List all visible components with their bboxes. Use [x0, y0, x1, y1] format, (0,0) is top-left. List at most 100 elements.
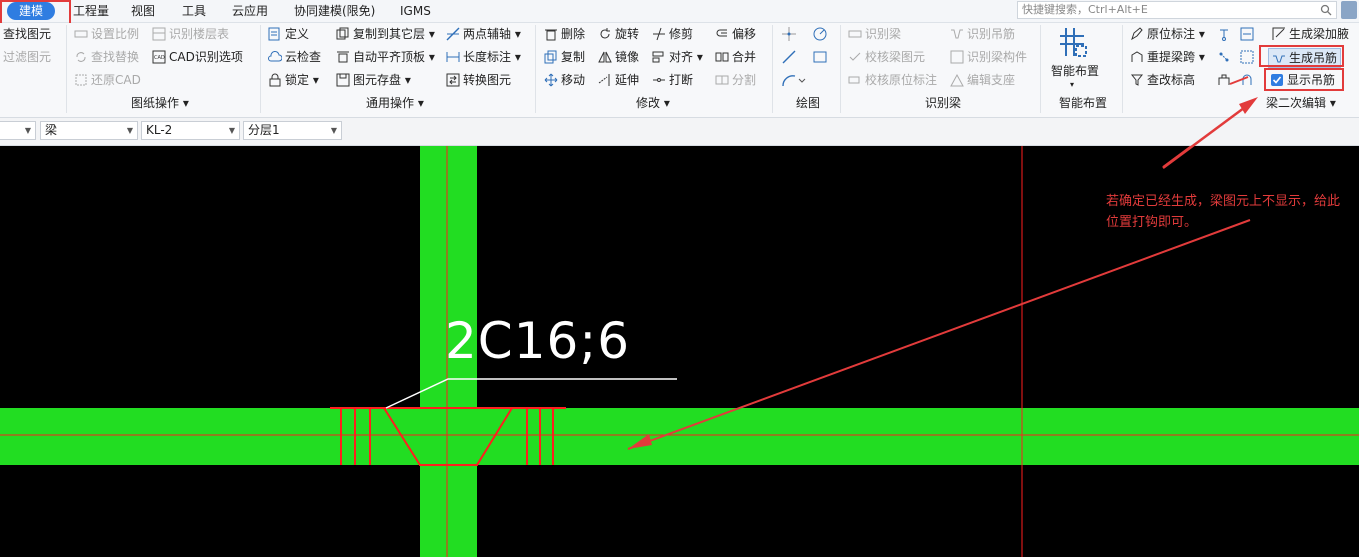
mirror-icon: [598, 51, 612, 63]
recognize-beam-component-button[interactable]: 识别梁构件: [950, 48, 1027, 66]
rotate-button[interactable]: 旋转: [598, 25, 639, 43]
cloud-check-button[interactable]: 云检查: [268, 48, 321, 66]
two-point-axis-button[interactable]: 两点辅轴 ▾: [446, 25, 521, 43]
find-element-button[interactable]: 查找图元: [3, 25, 51, 43]
recognize-hanger-icon: [951, 29, 963, 39]
edit-support-icon: [950, 73, 964, 87]
split-icon: [715, 75, 729, 85]
mirror-button[interactable]: 镜像: [598, 48, 639, 66]
define-button[interactable]: 定义: [268, 25, 309, 43]
align-icon: [652, 51, 664, 63]
recognize-beam-icon: [848, 30, 862, 38]
rectangle-draw-icon[interactable]: [812, 49, 828, 65]
define-icon: [268, 27, 280, 41]
beam-tool-e-icon[interactable]: [1217, 73, 1231, 87]
re-extract-span-button[interactable]: 重提梁跨 ▾: [1130, 48, 1205, 66]
divider: [1040, 25, 1041, 113]
menu-tab-quantity[interactable]: 工程量: [73, 3, 109, 19]
menu-tab-cloud[interactable]: 云应用: [232, 3, 268, 19]
offset-button[interactable]: 偏移: [715, 25, 756, 43]
restore-cad-button[interactable]: 还原CAD: [74, 71, 141, 89]
re-extract-span-icon: [1131, 51, 1143, 62]
convert-element-button[interactable]: 转换图元: [446, 71, 511, 89]
component-select[interactable]: KL-2 ▼: [141, 121, 240, 140]
cad-options-button[interactable]: CAD CAD识别选项: [152, 48, 243, 66]
group-label-beam-edit[interactable]: 梁二次编辑 ▾: [1266, 95, 1336, 111]
group-label-drawing-ops[interactable]: 图纸操作 ▾: [131, 95, 189, 111]
check-in-situ-label-button[interactable]: 校核原位标注: [848, 71, 937, 89]
in-situ-label-label: 原位标注: [1147, 27, 1196, 41]
find-replace-button[interactable]: 查找替换: [74, 48, 139, 66]
group-label-smart-layout: 智能布置: [1059, 96, 1108, 110]
element-save-button[interactable]: 图元存盘 ▾: [336, 71, 411, 89]
shortcut-search-input[interactable]: 快捷键搜索，Ctrl+Alt+E: [1017, 1, 1337, 19]
set-scale-button[interactable]: 设置比例: [74, 25, 139, 43]
move-button[interactable]: 移动: [544, 71, 585, 89]
smart-layout-icon[interactable]: [1058, 26, 1090, 58]
delete-button[interactable]: 删除: [544, 25, 585, 43]
align-button[interactable]: 对齐 ▾: [652, 48, 703, 66]
recognize-beam-button[interactable]: 识别梁: [848, 25, 901, 43]
lock-button[interactable]: 锁定 ▾: [268, 71, 319, 89]
smart-layout-button[interactable]: 智能布置: [1051, 62, 1099, 80]
generate-haunch-button[interactable]: 生成梁加腋: [1272, 25, 1349, 43]
arc-draw-icon[interactable]: [781, 72, 807, 88]
generate-haunch-label: 生成梁加腋: [1289, 27, 1350, 41]
find-replace-label: 查找替换: [91, 50, 140, 64]
trim-button[interactable]: 修剪: [652, 25, 693, 43]
menu-tab-igms[interactable]: IGMS: [400, 3, 431, 19]
group-label-draw[interactable]: 绘图: [796, 95, 820, 111]
search-icon[interactable]: [1320, 4, 1332, 16]
beam-tool-f-icon[interactable]: [1240, 73, 1254, 87]
recognize-hanger-button[interactable]: 识别吊筋: [950, 25, 1015, 43]
circle-draw-icon[interactable]: [812, 26, 828, 42]
align-top-icon: [337, 51, 349, 63]
sublayer-value: 分层1: [248, 123, 280, 137]
floor-select[interactable]: ▼: [0, 121, 36, 140]
rebar-label[interactable]: 2C16;6: [445, 311, 630, 371]
copy-to-other-layer-button[interactable]: 复制到其它层 ▾: [336, 25, 435, 43]
check-elevation-button[interactable]: 查改标高: [1130, 71, 1195, 89]
copy-layer-icon: [336, 27, 349, 40]
beam-tool-d-icon[interactable]: [1240, 50, 1254, 64]
element-type-select[interactable]: 梁 ▼: [40, 121, 138, 140]
sublayer-select[interactable]: 分层1 ▼: [243, 121, 342, 140]
copy-button[interactable]: 复制: [544, 48, 585, 66]
two-point-axis-label: 两点辅轴: [463, 27, 512, 41]
length-dimension-button[interactable]: 长度标注 ▾: [446, 48, 521, 66]
divider: [260, 25, 261, 113]
table-icon: [152, 27, 166, 41]
split-button[interactable]: 分割: [715, 71, 756, 89]
line-draw-icon[interactable]: [781, 49, 797, 65]
filter-element-button[interactable]: 过滤图元: [3, 48, 51, 66]
extend-button[interactable]: 延伸: [598, 71, 639, 89]
menu-tab-tools[interactable]: 工具: [182, 3, 206, 19]
menu-tab-view[interactable]: 视图: [131, 3, 155, 19]
element-save-label: 图元存盘: [353, 73, 402, 87]
element-type-value: 梁: [45, 123, 58, 137]
merge-button[interactable]: 合并: [715, 48, 756, 66]
point-draw-icon[interactable]: [781, 26, 797, 42]
lock-icon: [269, 73, 281, 87]
smart-layout-dropdown-arrow[interactable]: ▾: [1070, 76, 1074, 94]
cad-options-label: CAD识别选项: [169, 50, 243, 64]
beam-tool-a-icon[interactable]: [1217, 27, 1231, 41]
dimension-icon: [446, 52, 460, 62]
group-label-modify[interactable]: 修改 ▾: [636, 95, 670, 111]
check-beam-element-button[interactable]: 校核梁图元: [848, 48, 925, 66]
recognize-floor-table-button[interactable]: 识别楼层表: [152, 25, 229, 43]
user-avatar[interactable]: [1341, 1, 1357, 19]
group-label-recognize-beam[interactable]: 识别梁: [925, 95, 961, 111]
auto-align-top-button[interactable]: 自动平齐顶板 ▾: [336, 48, 435, 66]
group-general-ops-text: 通用操作: [366, 96, 415, 110]
edit-support-button[interactable]: 编辑支座: [950, 71, 1015, 89]
beam-tool-b-icon[interactable]: [1240, 27, 1254, 41]
save-icon: [336, 73, 350, 87]
beam-tool-c-icon[interactable]: [1217, 50, 1231, 64]
horizontal-beam[interactable]: [0, 408, 1359, 465]
group-label-general-ops[interactable]: 通用操作 ▾: [366, 95, 424, 111]
break-button[interactable]: 打断: [652, 71, 693, 89]
search-placeholder: 快捷键搜索，Ctrl+Alt+E: [1022, 3, 1148, 16]
in-situ-label-button[interactable]: 原位标注 ▾: [1130, 25, 1205, 43]
menu-tab-collab[interactable]: 协同建模(限免): [294, 3, 375, 19]
